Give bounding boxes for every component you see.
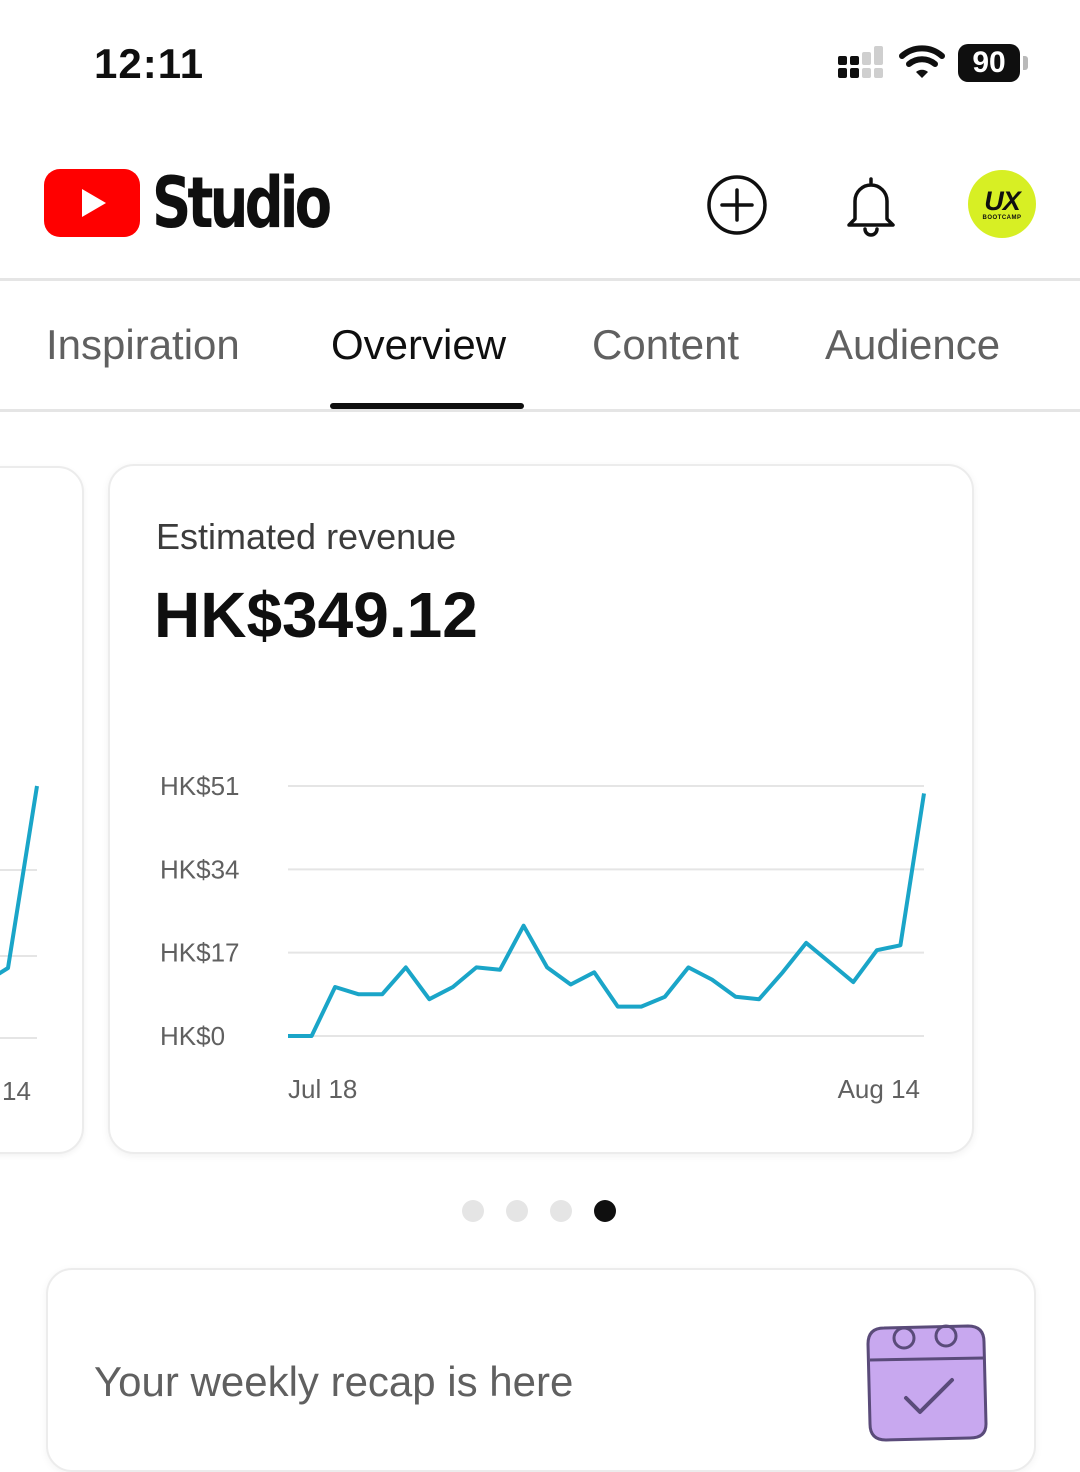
app-header: Studio UX BOOTCAMP — [0, 150, 1080, 281]
tab-overview[interactable]: Overview — [331, 321, 506, 369]
y-tick-label: HK$17 — [160, 938, 240, 968]
youtube-logo-icon — [44, 169, 140, 237]
wifi-icon — [899, 45, 945, 78]
status-time: 12:11 — [94, 40, 205, 87]
app-name: Studio — [152, 162, 332, 244]
pagination-dot[interactable] — [462, 1200, 484, 1222]
pagination-dot[interactable] — [550, 1200, 572, 1222]
pagination-dot[interactable] — [506, 1200, 528, 1222]
x-tick-label-end: Aug 14 — [838, 1074, 920, 1104]
tab-bar: Inspiration Overview Content Audience — [0, 281, 1080, 412]
weekly-recap-card[interactable]: Your weekly recap is here — [46, 1268, 1036, 1472]
tab-audience[interactable]: Audience — [825, 321, 1000, 369]
create-button[interactable] — [704, 172, 770, 238]
y-tick-label: HK$34 — [160, 854, 240, 884]
y-tick-label: HK$0 — [160, 1021, 225, 1051]
avatar-subtext: BOOTCAMP — [982, 214, 1022, 221]
notification-bell-icon — [847, 177, 895, 237]
tab-inspiration[interactable]: Inspiration — [46, 321, 240, 369]
carousel-pagination — [462, 1200, 638, 1222]
revenue-line-chart: HK$0 HK$17 HK$34 HK$51 Jul 18 Aug 14 — [160, 771, 926, 1104]
pagination-dot[interactable] — [594, 1200, 616, 1222]
calendar-check-icon — [866, 1324, 988, 1442]
studio-logo[interactable]: Studio — [44, 168, 378, 238]
recap-title: Your weekly recap is here — [94, 1358, 574, 1405]
avatar-text: UX — [984, 185, 1021, 216]
battery-indicator: 90 — [958, 44, 1020, 82]
battery-nub — [1023, 56, 1028, 70]
revenue-series-line — [288, 793, 926, 1038]
y-tick-label: HK$51 — [160, 771, 240, 801]
previous-metric-card[interactable]: 14 — [0, 466, 84, 1154]
account-avatar[interactable]: UX BOOTCAMP — [968, 170, 1036, 238]
status-bar: 12:11 90 — [0, 0, 1080, 130]
x-tick-label-start: Jul 18 — [288, 1074, 357, 1104]
estimated-revenue-card[interactable]: Estimated revenue HK$349.12 HK$0 HK$17 HK$… — [108, 464, 974, 1154]
previous-card-chart — [0, 785, 39, 1039]
active-tab-indicator — [330, 403, 524, 409]
cellular-signal-icon — [838, 46, 883, 78]
previous-card-x-label: 14 — [2, 1076, 31, 1106]
tab-content[interactable]: Content — [592, 321, 739, 369]
create-plus-icon — [707, 175, 767, 235]
notifications-button[interactable] — [838, 172, 904, 238]
